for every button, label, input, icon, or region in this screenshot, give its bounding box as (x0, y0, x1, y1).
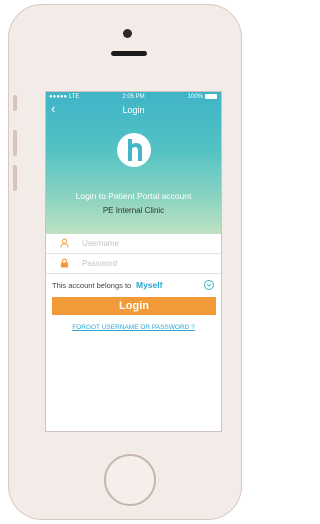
clinic-name: PE Internal Clinic (102, 206, 165, 215)
volume-up-button (13, 130, 17, 156)
forgot-credentials-link[interactable]: FORGOT USERNAME OR PASSWORD ? (46, 324, 221, 331)
lock-icon (60, 258, 69, 268)
earpiece-speaker (111, 51, 147, 56)
home-button[interactable] (104, 454, 156, 506)
login-button[interactable]: Login (52, 297, 216, 315)
chevron-down-icon[interactable] (204, 280, 214, 290)
account-owner-selector[interactable]: This account belongs to Myself (46, 278, 221, 294)
password-field[interactable]: Password (46, 254, 221, 274)
user-icon (60, 238, 69, 248)
h-logo-icon (117, 133, 151, 167)
battery-percent: 100% (187, 94, 203, 101)
belongs-label: This account belongs to (52, 281, 132, 290)
volume-down-button (13, 165, 17, 191)
nav-title: Login (122, 105, 145, 115)
app-screen: ●●●●● LTE 2:05 PM 100% ‹ Login Login to … (45, 91, 222, 432)
battery-status: 100% (188, 94, 217, 100)
status-bar: ●●●●● LTE 2:05 PM 100% (46, 94, 221, 104)
header-hero: ●●●●● LTE 2:05 PM 100% ‹ Login Login to … (46, 92, 221, 234)
login-heading: Login to Patient Portal account (75, 191, 192, 201)
battery-icon (205, 94, 217, 99)
mute-switch (13, 95, 17, 111)
phone-frame: ●●●●● LTE 2:05 PM 100% ‹ Login Login to … (8, 4, 242, 520)
username-input[interactable]: Username (82, 239, 119, 248)
username-field[interactable]: Username (46, 234, 221, 254)
chevron-down-glyph (206, 283, 212, 287)
front-camera (123, 29, 132, 38)
belongs-value[interactable]: Myself (136, 280, 162, 290)
password-input[interactable]: Password (82, 259, 117, 268)
